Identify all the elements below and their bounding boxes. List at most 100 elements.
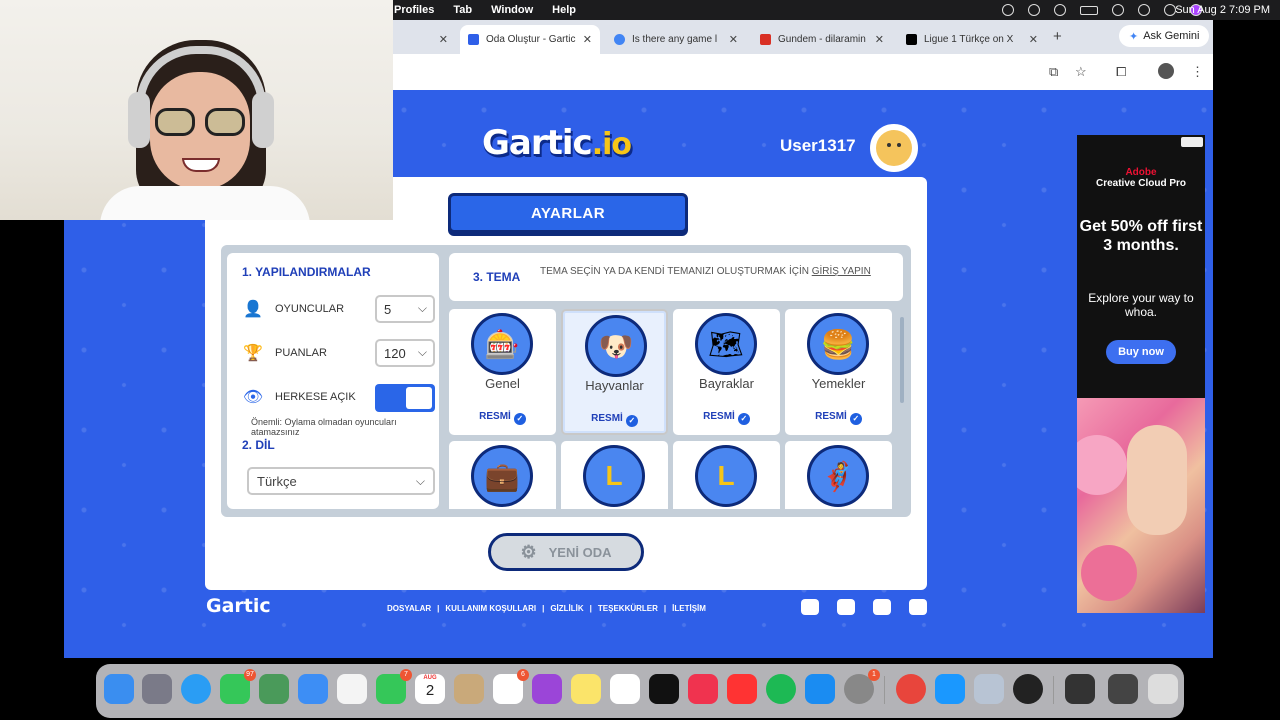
browser-tab[interactable]: Ligue 1 Türkçe on X ✕ — [898, 25, 1046, 54]
window-thumbnail-icon[interactable] — [1108, 674, 1138, 704]
language-value: Türkçe — [257, 473, 297, 489]
theme-tile[interactable]: 💼 — [449, 441, 556, 509]
gartic-logo[interactable]: Gartic.io — [482, 123, 632, 163]
apple-tv-icon[interactable] — [649, 674, 679, 704]
browser-tab[interactable]: Is there any game l ✕ — [606, 25, 746, 54]
headphones-icon[interactable] — [1054, 4, 1066, 16]
language-section-title: 2. DİL — [242, 438, 275, 452]
app-store-icon[interactable] — [805, 674, 835, 704]
browser-tab-active[interactable]: Oda Oluştur - Gartic ✕ — [460, 25, 600, 54]
close-tab-icon[interactable]: ✕ — [875, 33, 884, 46]
browser-tab[interactable]: Gundem - dilaramin ✕ — [752, 25, 892, 54]
chrome-status-icon[interactable] — [1028, 4, 1040, 16]
close-tab-icon[interactable]: ✕ — [439, 33, 448, 46]
system-settings-icon[interactable]: 1 — [844, 669, 880, 704]
status-icon[interactable] — [1002, 4, 1014, 16]
theme-tile[interactable]: 🗺 Bayraklar RESMİ ✓ — [673, 309, 780, 435]
install-app-icon[interactable]: ⧉ — [1049, 64, 1058, 80]
trash-icon[interactable] — [1148, 674, 1178, 704]
obs-icon[interactable] — [1013, 674, 1043, 704]
podcasts-icon[interactable] — [532, 674, 562, 704]
chrome-menu-icon[interactable]: ⋮ — [1191, 64, 1204, 80]
music-icon[interactable] — [688, 674, 718, 704]
footer-separator: | — [663, 604, 667, 613]
extensions-icon[interactable]: ⧠ — [1116, 64, 1126, 80]
verified-check-icon: ✓ — [849, 413, 862, 425]
youtube-icon[interactable] — [837, 599, 855, 615]
public-toggle[interactable] — [375, 384, 435, 412]
window-thumbnail-icon[interactable] — [1065, 674, 1095, 704]
search-icon[interactable] — [1138, 4, 1150, 16]
reminders-icon[interactable]: 6 — [493, 669, 529, 704]
logo-io-text: .io — [591, 127, 632, 162]
menu-help[interactable]: Help — [552, 4, 576, 16]
players-value: 5 — [384, 301, 392, 317]
new-room-button[interactable]: ⚙ YENİ ODA — [488, 533, 644, 571]
adobe-ad[interactable]: Adobe Creative Cloud Pro Get 50% off fir… — [1077, 135, 1205, 613]
tab-title: Oda Oluştur - Gartic — [486, 34, 576, 45]
twitter-icon[interactable] — [801, 599, 819, 615]
maps-icon[interactable] — [259, 674, 289, 704]
footer-link-terms[interactable]: KULLANIM KOŞULLARI — [445, 604, 536, 613]
contacts-icon[interactable] — [454, 674, 484, 704]
facetime-icon[interactable]: 7 — [376, 669, 412, 704]
calendar-day: 2 — [425, 682, 435, 699]
calendar-icon[interactable]: AUG 2 — [415, 674, 445, 704]
close-tab-icon[interactable]: ✕ — [1029, 33, 1038, 46]
menu-tab[interactable]: Tab — [453, 4, 472, 16]
footer-separator: | — [542, 604, 545, 613]
close-tab-icon[interactable]: ✕ — [583, 33, 592, 46]
footer-link-contact[interactable]: İLETİŞİM — [672, 604, 706, 613]
logo-text: Gartic — [482, 123, 593, 163]
points-select[interactable]: 120 ⌵ — [375, 339, 435, 367]
ad-buy-now-button[interactable]: Buy now — [1106, 340, 1176, 364]
battery-icon[interactable] — [1080, 5, 1098, 15]
discord-icon[interactable] — [909, 599, 927, 615]
ad-model-face — [1127, 425, 1187, 535]
close-tab-icon[interactable]: ✕ — [729, 33, 738, 46]
user-avatar[interactable] — [870, 124, 918, 172]
toggle-knob — [406, 387, 432, 409]
language-select[interactable]: Türkçe ⌵ — [247, 467, 435, 495]
theme-scrollbar[interactable] — [900, 317, 904, 403]
ask-gemini-button[interactable]: ✦ Ask Gemini — [1119, 25, 1210, 47]
finder-icon[interactable] — [104, 674, 134, 704]
chrome-icon[interactable] — [896, 674, 926, 704]
bookmark-star-icon[interactable]: ☆ — [1075, 64, 1087, 80]
theme-tile[interactable]: L — [673, 441, 780, 509]
verified-check-icon: ✓ — [737, 413, 750, 425]
ad-headline: Get 50% off first 3 months. — [1079, 218, 1203, 255]
theme-tile[interactable]: 🍔 Yemekler RESMİ ✓ — [785, 309, 892, 435]
footer-link-files[interactable]: DOSYALAR — [387, 604, 431, 613]
messages-icon[interactable]: 97 — [220, 669, 256, 704]
prime-video-icon[interactable] — [935, 674, 965, 704]
freeform-icon[interactable] — [610, 674, 640, 704]
login-link[interactable]: GİRİŞ YAPIN — [812, 266, 871, 277]
menu-profiles[interactable]: Profiles — [394, 4, 434, 16]
profile-avatar[interactable] — [1158, 63, 1174, 79]
theme-tile[interactable]: 🎰 Genel RESMİ ✓ — [449, 309, 556, 435]
footer-link-privacy[interactable]: GİZLİLİK — [550, 604, 583, 613]
launchpad-icon[interactable] — [142, 674, 172, 704]
spotify-icon[interactable] — [766, 674, 796, 704]
players-select[interactable]: 5 ⌵ — [375, 295, 435, 323]
footer-link-thanks[interactable]: TEŞEKKÜRLER — [598, 604, 658, 613]
theme-tile[interactable]: 🦸 — [785, 441, 892, 509]
news-icon[interactable] — [727, 674, 757, 704]
mail-icon[interactable] — [298, 674, 328, 704]
instagram-icon[interactable] — [873, 599, 891, 615]
photos-icon[interactable] — [337, 674, 367, 704]
menu-window[interactable]: Window — [491, 4, 533, 16]
new-tab-button[interactable]: + — [1053, 28, 1062, 45]
notes-icon[interactable] — [571, 674, 601, 704]
theme-tile[interactable]: L — [561, 441, 668, 509]
preview-icon[interactable] — [974, 674, 1004, 704]
theme-tile-selected[interactable]: 🐶 Hayvanlar RESMİ ✓ — [561, 309, 668, 435]
safari-icon[interactable] — [181, 674, 211, 704]
ad-choices-icon[interactable] — [1181, 137, 1203, 147]
wifi-icon[interactable] — [1112, 4, 1124, 16]
control-center-icon[interactable] — [1164, 4, 1176, 16]
menubar-items: Profiles Tab Window Help — [394, 4, 576, 16]
footer-logo[interactable]: Gartic — [206, 595, 271, 617]
menubar-clock[interactable]: Sun Aug 2 7:09 PM — [1175, 4, 1270, 16]
